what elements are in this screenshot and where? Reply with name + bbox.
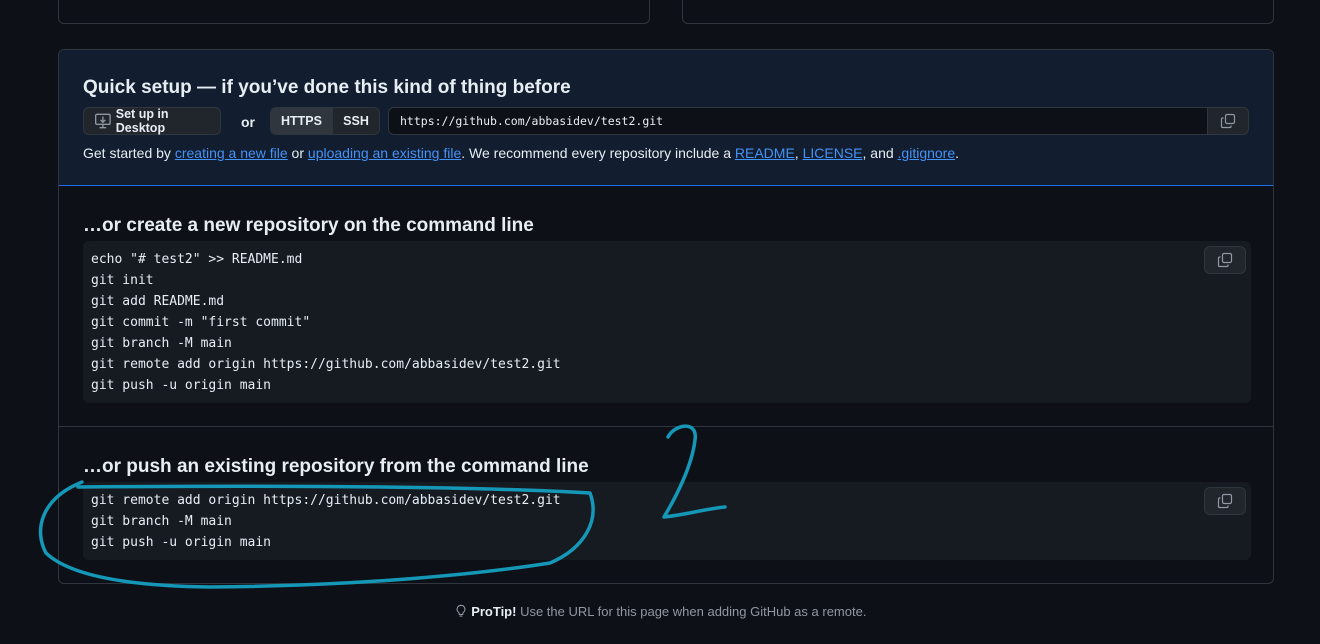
code-line: git add README.md [91, 294, 225, 309]
copy-push-existing-button[interactable] [1204, 487, 1246, 515]
code-line: git branch -M main [91, 336, 232, 351]
desc-text-and: , and [862, 145, 898, 161]
desc-text-start: Get started by [83, 145, 175, 161]
protip-text: Use the URL for this page when adding Gi… [516, 604, 867, 619]
code-line: echo "# test2" >> README.md [91, 252, 303, 267]
desc-text-end: . [955, 145, 960, 161]
code-line: git remote add origin https://github.com… [91, 357, 561, 372]
desc-text-mid: . We recommend every repository include … [461, 145, 735, 161]
readme-link[interactable]: README [735, 145, 795, 161]
code-line: git push -u origin main [91, 535, 272, 550]
section-divider [59, 426, 1273, 427]
setup-box: Quick setup — if you’ve done this kind o… [58, 49, 1274, 584]
desc-text-or: or [287, 145, 308, 161]
protocol-toggle: HTTPS SSH [270, 107, 380, 135]
desc-text-comma: , [794, 145, 803, 161]
https-button[interactable]: HTTPS [271, 108, 333, 134]
top-card-right [682, 0, 1274, 24]
quick-setup-description: Get started by creating a new file or up… [83, 145, 959, 161]
copy-icon [1220, 113, 1236, 129]
copy-icon [1217, 493, 1233, 509]
light-bulb-icon [456, 604, 465, 617]
copy-icon [1217, 252, 1233, 268]
push-existing-title: …or push an existing repository from the… [83, 456, 589, 477]
ssh-button[interactable]: SSH [333, 108, 379, 134]
new-repo-code-block: echo "# test2" >> README.md git init git… [83, 241, 1251, 403]
uploading-existing-file-link[interactable]: uploading an existing file [308, 145, 461, 161]
setup-in-desktop-button[interactable]: Set up in Desktop [83, 107, 221, 135]
protip: ProTip! Use the URL for this page when a… [0, 604, 1320, 619]
creating-new-file-link[interactable]: creating a new file [175, 145, 288, 161]
code-line: git commit -m "first commit" [91, 315, 311, 330]
code-line: git remote add origin https://github.com… [91, 493, 561, 508]
setup-in-desktop-label: Set up in Desktop [115, 107, 169, 135]
copy-url-button[interactable] [1207, 107, 1249, 135]
top-card-left [58, 0, 650, 24]
license-link[interactable]: LICENSE [803, 145, 863, 161]
desktop-download-icon [94, 113, 111, 129]
gitignore-link[interactable]: .gitignore [898, 145, 956, 161]
quick-setup-title: Quick setup — if you’ve done this kind o… [83, 77, 571, 98]
code-line: git init [91, 273, 154, 288]
clone-url-input[interactable] [388, 107, 1208, 135]
or-label: or [241, 114, 255, 130]
copy-new-repo-button[interactable] [1204, 246, 1246, 274]
new-repo-title: …or create a new repository on the comma… [83, 215, 534, 236]
code-line: git branch -M main [91, 514, 232, 529]
push-existing-code-block: git remote add origin https://github.com… [83, 482, 1251, 560]
quick-setup-panel: Quick setup — if you’ve done this kind o… [59, 50, 1273, 186]
protip-label: ProTip! [471, 604, 517, 619]
code-line: git push -u origin main [91, 378, 272, 393]
